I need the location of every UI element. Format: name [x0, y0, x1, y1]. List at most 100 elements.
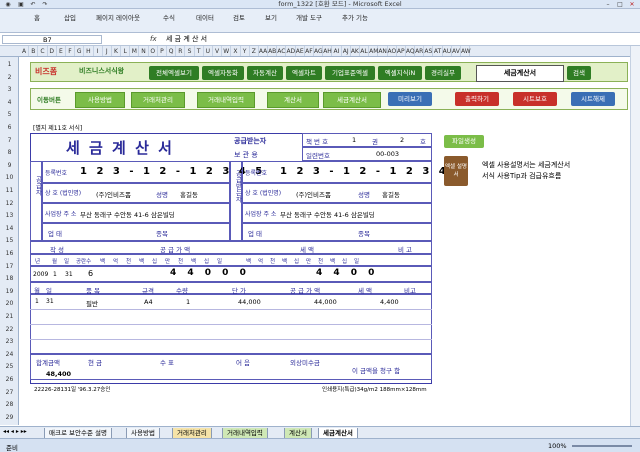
- column-label[interactable]: O: [149, 46, 158, 56]
- nav-clients-button[interactable]: 거래처관리: [131, 92, 185, 108]
- column-label[interactable]: K: [112, 46, 122, 56]
- row-label[interactable]: 2: [0, 74, 19, 81]
- column-label[interactable]: H: [84, 46, 94, 56]
- row-label[interactable]: 11: [0, 187, 19, 194]
- column-label[interactable]: AK: [351, 46, 360, 56]
- column-label[interactable]: Z: [250, 46, 259, 56]
- maximize-icon[interactable]: □: [615, 1, 625, 8]
- fx-icon[interactable]: fx: [150, 35, 157, 43]
- row-label[interactable]: 23: [0, 338, 19, 345]
- row-label[interactable]: 5: [0, 111, 19, 118]
- search-button[interactable]: 검색: [567, 66, 591, 80]
- column-label[interactable]: R: [176, 46, 186, 56]
- column-label[interactable]: AD: [286, 46, 296, 56]
- column-label[interactable]: AO: [388, 46, 397, 56]
- column-label[interactable]: AF: [305, 46, 314, 56]
- row-label[interactable]: 26: [0, 376, 19, 383]
- column-label[interactable]: AP: [397, 46, 406, 56]
- column-label[interactable]: AE: [296, 46, 305, 56]
- column-label[interactable]: AM: [369, 46, 378, 56]
- name-box[interactable]: B7: [2, 35, 102, 44]
- tab-home[interactable]: 홈: [34, 12, 40, 22]
- close-icon[interactable]: ✕: [627, 1, 637, 8]
- column-label[interactable]: F: [66, 46, 76, 56]
- column-label[interactable]: T: [195, 46, 204, 56]
- menu-automation[interactable]: 엑셀자동화: [202, 66, 244, 80]
- bizform-logo[interactable]: 비즈폼: [35, 66, 57, 77]
- row-label[interactable]: 19: [0, 288, 19, 295]
- column-label[interactable]: S: [185, 46, 195, 56]
- column-label[interactable]: AH: [323, 46, 333, 56]
- office-button-icon[interactable]: ◉: [3, 1, 13, 8]
- row-label[interactable]: 21: [0, 313, 19, 320]
- column-label[interactable]: AC: [277, 46, 287, 56]
- column-label[interactable]: P: [158, 46, 167, 56]
- tab-page-layout[interactable]: 페이지 레이아웃: [96, 12, 140, 22]
- row-label[interactable]: 24: [0, 351, 19, 358]
- print-button[interactable]: 출력하기: [455, 92, 499, 106]
- preview-button[interactable]: 미리보기: [388, 92, 432, 106]
- row-label[interactable]: 22: [0, 326, 19, 333]
- tab-nav-arrows[interactable]: ◂◂ ◂ ▸ ▸▸: [3, 428, 27, 435]
- menu-all-excel[interactable]: 전체엑셀보기: [149, 66, 199, 80]
- file-create-button[interactable]: 파일생성: [444, 135, 484, 148]
- column-label[interactable]: AS: [424, 46, 434, 56]
- column-label[interactable]: I: [94, 46, 103, 56]
- unprotect-sheet-button[interactable]: 시트해제: [571, 92, 615, 106]
- nav-bill-button[interactable]: 계산서: [267, 92, 319, 108]
- manual-book-icon[interactable]: 엑셀 설명서: [444, 156, 468, 186]
- row-label[interactable]: 17: [0, 263, 19, 270]
- row-label[interactable]: 1: [0, 61, 19, 68]
- column-label[interactable]: Y: [241, 46, 250, 56]
- column-label[interactable]: Q: [167, 46, 177, 56]
- column-label[interactable]: N: [139, 46, 149, 56]
- column-label[interactable]: AJ: [342, 46, 351, 56]
- menu-calc[interactable]: 자동계산: [247, 66, 283, 80]
- column-label[interactable]: L: [121, 46, 131, 56]
- tab-view[interactable]: 보기: [265, 12, 277, 22]
- row-label[interactable]: 12: [0, 200, 19, 207]
- tab-addins[interactable]: 추가 기능: [342, 12, 368, 22]
- row-label[interactable]: 3: [0, 86, 19, 93]
- row-label[interactable]: 7: [0, 137, 19, 144]
- column-label[interactable]: AN: [378, 46, 388, 56]
- redo-icon[interactable]: ↷: [40, 1, 50, 8]
- selected-form-box[interactable]: 세금계산서: [476, 65, 564, 82]
- row-label[interactable]: 4: [0, 99, 19, 106]
- column-label[interactable]: M: [130, 46, 140, 56]
- column-label[interactable]: AT: [433, 46, 443, 56]
- column-label[interactable]: AR: [415, 46, 425, 56]
- column-label[interactable]: AG: [314, 46, 324, 56]
- row-label[interactable]: 29: [0, 414, 19, 421]
- row-label[interactable]: 27: [0, 389, 19, 396]
- row-label[interactable]: 28: [0, 401, 19, 408]
- column-label[interactable]: AU: [443, 46, 452, 56]
- row-label[interactable]: 15: [0, 237, 19, 244]
- formula-input[interactable]: 세 금 계 산 서: [166, 35, 207, 44]
- biz-logo[interactable]: 비즈니스서식왕: [79, 66, 124, 76]
- column-label[interactable]: AQ: [406, 46, 416, 56]
- row-label[interactable]: 13: [0, 212, 19, 219]
- tab-insert[interactable]: 삽입: [64, 12, 76, 22]
- menu-standard[interactable]: 기업표준엑셀: [325, 66, 375, 80]
- vertical-scrollbar[interactable]: [630, 46, 640, 426]
- column-label[interactable]: D: [48, 46, 57, 56]
- nav-transactions-button[interactable]: 거래내역입력: [197, 92, 255, 108]
- column-label[interactable]: J: [103, 46, 112, 56]
- row-label[interactable]: 20: [0, 300, 19, 307]
- zoom-slider[interactable]: [572, 445, 632, 447]
- column-label[interactable]: V: [213, 46, 223, 56]
- column-label[interactable]: C: [38, 46, 48, 56]
- column-label[interactable]: G: [75, 46, 85, 56]
- tab-developer[interactable]: 개발 도구: [296, 12, 322, 22]
- undo-icon[interactable]: ↶: [28, 1, 38, 8]
- tab-review[interactable]: 검토: [233, 12, 245, 22]
- row-label[interactable]: 18: [0, 275, 19, 282]
- menu-chart[interactable]: 엑셀차트: [286, 66, 322, 80]
- column-label[interactable]: E: [57, 46, 66, 56]
- protect-sheet-button[interactable]: 시트보호: [513, 92, 557, 106]
- column-label[interactable]: AI: [332, 46, 342, 56]
- column-label[interactable]: X: [231, 46, 241, 56]
- tab-data[interactable]: 데이터: [196, 12, 214, 22]
- column-label[interactable]: U: [204, 46, 213, 56]
